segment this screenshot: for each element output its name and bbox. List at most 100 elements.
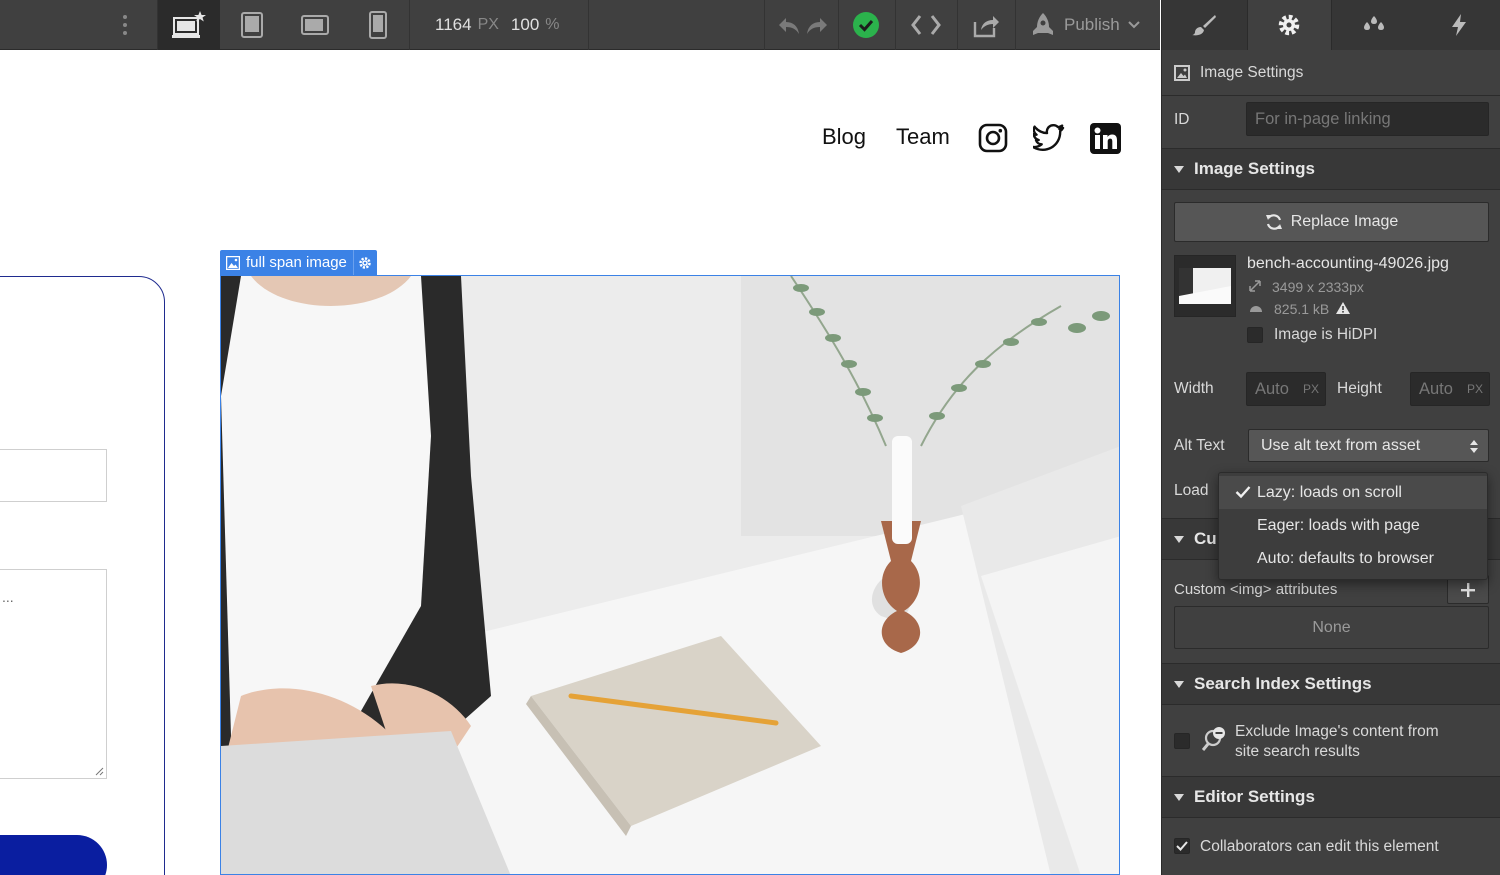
width-value: Auto bbox=[1255, 379, 1289, 398]
custom-attrs-label: Custom <img> attributes bbox=[1174, 581, 1338, 598]
load-option-lazy[interactable]: Lazy: loads on scroll bbox=[1219, 476, 1487, 509]
selection-tag[interactable]: full span image bbox=[220, 250, 377, 275]
height-unit: PX bbox=[1466, 382, 1483, 396]
section-custom-title: Cu bbox=[1194, 529, 1217, 548]
canvas-size-readout: 1164 PX 100 % bbox=[435, 0, 572, 50]
top-toolbar: 1164 PX 100 % Publish bbox=[0, 0, 1160, 50]
tab-style[interactable] bbox=[1162, 0, 1247, 50]
gear-icon bbox=[1278, 14, 1300, 36]
load-option-eager[interactable]: Eager: loads with page bbox=[1219, 509, 1487, 542]
load-dropdown-menu: Lazy: loads on scroll Eager: loads with … bbox=[1218, 472, 1488, 580]
nav-link-blog[interactable]: Blog bbox=[822, 124, 866, 150]
exclude-label-line2: site search results bbox=[1235, 743, 1360, 760]
more-vertical-icon[interactable] bbox=[112, 0, 138, 50]
file-name: bench-accounting-49026.jpg bbox=[1247, 255, 1449, 272]
width-label: Width bbox=[1174, 380, 1214, 397]
load-option-auto-label: Auto: defaults to browser bbox=[1257, 549, 1434, 567]
brush-icon bbox=[1192, 15, 1217, 36]
form-submit-button[interactable] bbox=[0, 835, 107, 875]
tab-settings[interactable] bbox=[1246, 0, 1332, 50]
publish-label: Publish bbox=[1064, 15, 1120, 34]
id-input[interactable]: For in-page linking bbox=[1246, 102, 1489, 136]
custom-attrs-value: None bbox=[1312, 618, 1351, 636]
breakpoint-tablet-button[interactable] bbox=[220, 0, 283, 50]
linkedin-icon[interactable] bbox=[1090, 123, 1121, 154]
search-exclude-icon bbox=[1202, 727, 1225, 751]
undo-icon bbox=[779, 18, 799, 34]
check-icon bbox=[1176, 841, 1188, 851]
load-option-lazy-label: Lazy: loads on scroll bbox=[1257, 483, 1402, 501]
section-image-settings-title: Image Settings bbox=[1194, 159, 1315, 178]
zoom-percent: 100 bbox=[510, 15, 540, 34]
gauge-icon bbox=[1250, 306, 1262, 312]
alt-text-label: Alt Text bbox=[1174, 437, 1225, 454]
code-button[interactable] bbox=[895, 0, 957, 50]
mobile-icon bbox=[368, 11, 387, 39]
caret-down-icon bbox=[1174, 535, 1184, 543]
gear-icon bbox=[359, 256, 372, 269]
load-option-eager-label: Eager: loads with page bbox=[1257, 516, 1420, 534]
redo-button[interactable] bbox=[802, 0, 832, 50]
dimensions-icon bbox=[1249, 280, 1261, 292]
select-arrows-icon bbox=[1470, 440, 1478, 453]
image-icon bbox=[226, 255, 240, 270]
tab-interactions[interactable] bbox=[1331, 0, 1417, 50]
hidpi-checkbox[interactable] bbox=[1247, 327, 1263, 343]
refresh-icon bbox=[1265, 214, 1282, 230]
breakpoint-mobile-button[interactable] bbox=[346, 0, 409, 50]
section-editor-title: Editor Settings bbox=[1194, 787, 1315, 806]
load-option-auto[interactable]: Auto: defaults to browser bbox=[1219, 542, 1487, 575]
panel-tabs bbox=[1162, 0, 1500, 50]
export-icon bbox=[973, 16, 999, 38]
image-icon bbox=[1174, 64, 1190, 81]
rocket-icon bbox=[1033, 13, 1053, 35]
form-textarea[interactable] bbox=[0, 569, 107, 779]
alt-text-select[interactable]: Use alt text from asset bbox=[1248, 429, 1489, 462]
undo-button[interactable] bbox=[774, 0, 804, 50]
section-editor-settings[interactable]: Editor Settings bbox=[1162, 776, 1500, 818]
zoom-percent-unit: % bbox=[545, 16, 560, 33]
resize-handle-icon[interactable] bbox=[94, 766, 104, 776]
textarea-placeholder: ... bbox=[2, 589, 14, 605]
hidpi-label: Image is HiDPI bbox=[1274, 326, 1378, 343]
publish-button[interactable]: Publish bbox=[1024, 0, 1160, 50]
replace-image-button[interactable]: Replace Image bbox=[1174, 202, 1489, 242]
image-thumbnail bbox=[1174, 255, 1236, 317]
panel-header-title: Image Settings bbox=[1200, 63, 1304, 81]
instagram-icon[interactable] bbox=[978, 123, 1008, 153]
height-input[interactable]: Auto PX bbox=[1410, 372, 1490, 406]
breakpoint-landscape-button[interactable] bbox=[283, 0, 346, 50]
office-desk-photo bbox=[221, 276, 1119, 874]
full-span-image[interactable] bbox=[220, 275, 1120, 875]
id-label: ID bbox=[1174, 111, 1190, 128]
desktop-star-icon bbox=[172, 11, 206, 38]
lightning-icon bbox=[1451, 14, 1466, 36]
tab-effects[interactable] bbox=[1416, 0, 1500, 50]
file-dimensions: 3499 x 2333px bbox=[1272, 279, 1364, 295]
load-label: Load bbox=[1174, 482, 1209, 499]
nav-link-team[interactable]: Team bbox=[896, 124, 950, 150]
breakpoint-desktop-button[interactable] bbox=[158, 0, 220, 50]
height-value: Auto bbox=[1419, 379, 1453, 398]
exclude-search-checkbox[interactable] bbox=[1174, 733, 1190, 749]
twitter-icon[interactable] bbox=[1033, 123, 1065, 153]
width-input[interactable]: Auto PX bbox=[1246, 372, 1326, 406]
alt-text-value: Use alt text from asset bbox=[1261, 436, 1421, 454]
selection-label: full span image bbox=[246, 254, 347, 271]
caret-down-icon bbox=[1174, 793, 1184, 801]
panel-header: Image Settings bbox=[1162, 50, 1500, 96]
check-circle-icon bbox=[853, 12, 879, 38]
section-search-title: Search Index Settings bbox=[1194, 674, 1372, 693]
form-text-input[interactable] bbox=[0, 449, 107, 502]
section-image-settings[interactable]: Image Settings bbox=[1162, 148, 1500, 190]
plus-icon bbox=[1461, 582, 1475, 597]
selection-settings-button[interactable] bbox=[352, 250, 377, 275]
exclude-label-line1: Exclude Image's content from bbox=[1235, 723, 1439, 740]
drops-icon bbox=[1363, 16, 1384, 30]
site-status-button[interactable] bbox=[838, 0, 894, 50]
section-search-index[interactable]: Search Index Settings bbox=[1162, 663, 1500, 705]
chevron-down-icon bbox=[1128, 21, 1140, 29]
export-button[interactable] bbox=[957, 0, 1015, 50]
zoom-width-unit: PX bbox=[477, 16, 499, 33]
collaborators-checkbox[interactable] bbox=[1174, 838, 1190, 854]
